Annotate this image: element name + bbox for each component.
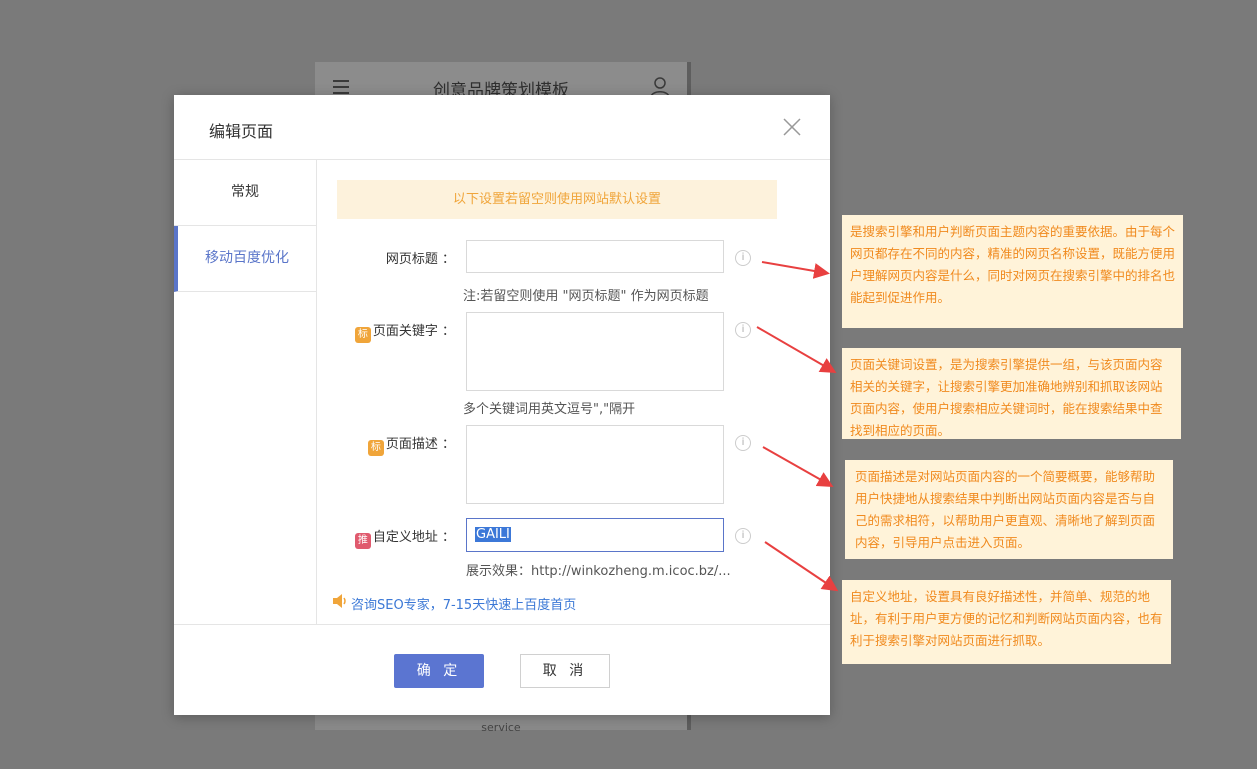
arrow-1: [761, 261, 830, 279]
annotation-custom-url: 自定义地址，设置具有良好描述性，并简单、规范的地址，有利于用户更方便的记忆和判断…: [842, 580, 1171, 664]
arrow-3: [762, 446, 834, 487]
annotation-page-title: 是搜索引擎和用户判断页面主题内容的重要依据。由于每个网页都存在不同的内容，精准的…: [842, 215, 1183, 328]
annotation-page-keywords: 页面关键词设置，是为搜索引擎提供一组，与该页面内容相关的关键字，让搜索引擎更加准…: [842, 348, 1181, 439]
arrow-2: [756, 326, 837, 374]
annotation-page-description: 页面描述是对网站页面内容的一个简要概要，能够帮助用户快捷地从搜索结果中判断出网站…: [845, 460, 1173, 559]
arrow-4: [764, 541, 839, 592]
